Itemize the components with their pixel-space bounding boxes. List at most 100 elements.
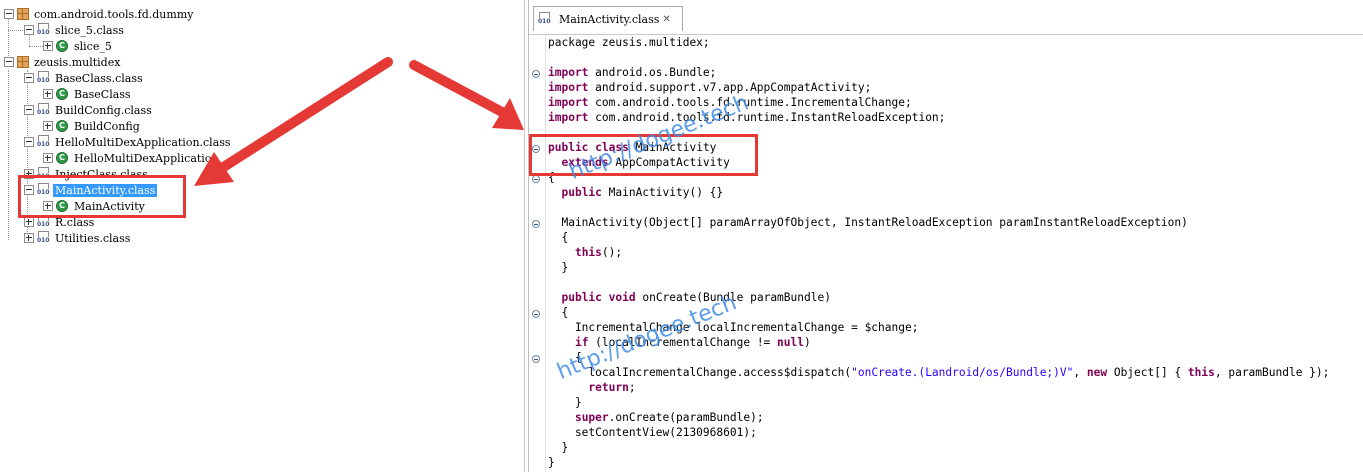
class-file-icon: 010	[37, 102, 52, 118]
code-line: localIncrementalChange.access$dispatch("…	[548, 366, 1330, 379]
tree-item-r-class[interactable]: 010 R.class	[24, 214, 94, 230]
expand-toggle-icon[interactable]	[24, 217, 34, 227]
code-line: public void onCreate(Bundle paramBundle)	[561, 291, 831, 304]
tree-item-buildconfig-class[interactable]: 010 BuildConfig.class	[24, 102, 152, 118]
code-line: import com.android.tools.fd.runtime.Inst…	[548, 111, 946, 124]
class-icon: C	[56, 40, 68, 52]
fold-toggle-icon[interactable]	[532, 310, 540, 318]
code-line: {	[548, 351, 582, 364]
tree-item-slice5-class[interactable]: 010 slice_5.class	[24, 22, 124, 38]
tree-item-package-dummy[interactable]: com.android.tools.fd.dummy	[4, 6, 193, 22]
code-line: }	[548, 441, 569, 454]
code-line: public MainActivity() {}	[561, 186, 724, 199]
code-keyword: void	[608, 291, 636, 304]
code-keyword: new	[1086, 366, 1108, 379]
class-file-icon: 010	[37, 214, 52, 230]
collapse-toggle-icon[interactable]	[24, 185, 34, 195]
tree-item-slice5[interactable]: C slice_5	[43, 38, 112, 54]
code-keyword: public	[548, 141, 589, 154]
expand-toggle-icon[interactable]	[43, 153, 53, 163]
collapse-toggle-icon[interactable]	[24, 25, 34, 35]
editor-pane: 010 MainActivity.class ✕ package zeusis.…	[528, 0, 1363, 472]
code-keyword: return	[588, 381, 629, 394]
code-keyword: super	[574, 411, 609, 424]
code-line: extends AppCompatActivity	[561, 156, 730, 169]
collapse-toggle-icon[interactable]	[24, 105, 34, 115]
tree-item-mainactivity[interactable]: C MainActivity	[43, 198, 145, 214]
tree-item-baseclass-class[interactable]: 010 BaseClass.class	[24, 70, 143, 86]
package-icon	[17, 8, 29, 20]
tree-item-label: BaseClass.class	[55, 71, 143, 85]
code-editor[interactable]: package zeusis.multidex; import android.…	[529, 35, 1363, 472]
class-icon: C	[56, 120, 68, 132]
expand-toggle-icon[interactable]	[43, 201, 53, 211]
editor-gutter	[529, 35, 546, 472]
tree-item-hellomultidex[interactable]: C HelloMultiDexApplication	[43, 150, 219, 166]
tree-guide-line	[27, 70, 28, 236]
code-line: public class MainActivity	[548, 141, 717, 154]
code-line: import android.support.v7.app.AppCompatA…	[548, 81, 872, 94]
code-line: import com.android.tools.fd.runtime.Incr…	[548, 96, 912, 109]
tree-item-label: HelloMultiDexApplication.class	[55, 135, 231, 149]
code-line: {	[548, 306, 569, 319]
expand-toggle-icon[interactable]	[24, 169, 34, 179]
class-tree: com.android.tools.fd.dummy 010 slice_5.c…	[0, 0, 524, 472]
code-keyword: import	[548, 81, 589, 94]
tree-item-label: InjectClass.class	[55, 167, 148, 181]
code-line: if (localIncrementalChange != null)	[574, 336, 811, 349]
tree-item-utilities-class[interactable]: 010 Utilities.class	[24, 230, 130, 246]
fold-toggle-icon[interactable]	[532, 175, 540, 183]
collapse-toggle-icon[interactable]	[4, 57, 14, 67]
class-file-icon: 010	[37, 182, 52, 198]
code-line: {	[548, 231, 569, 244]
code-keyword: this	[1187, 366, 1215, 379]
fold-toggle-icon[interactable]	[532, 355, 540, 363]
package-icon	[17, 56, 29, 68]
expand-toggle-icon[interactable]	[24, 233, 34, 243]
code-line: this();	[574, 246, 623, 259]
collapse-toggle-icon[interactable]	[24, 73, 34, 83]
expand-toggle-icon[interactable]	[43, 121, 53, 131]
class-file-icon: 010	[37, 134, 52, 150]
tree-guide-line	[8, 70, 9, 240]
tab-label: MainActivity.class	[559, 12, 660, 26]
code-keyword: import	[548, 111, 589, 124]
tree-item-injectclass-class[interactable]: 010 InjectClass.class	[24, 166, 148, 182]
expand-toggle-icon[interactable]	[43, 41, 53, 51]
tree-guide-line	[8, 30, 25, 31]
expand-toggle-icon[interactable]	[43, 89, 53, 99]
tree-item-baseclass[interactable]: C BaseClass	[43, 86, 131, 102]
fold-toggle-icon[interactable]	[532, 220, 540, 228]
tree-item-label: Utilities.class	[55, 231, 131, 245]
class-icon: C	[56, 152, 68, 164]
code-keyword: public	[561, 186, 602, 199]
tree-item-package-multidex[interactable]: zeusis.multidex	[4, 54, 120, 70]
code-line: MainActivity(Object[] paramArrayOfObject…	[548, 216, 1188, 229]
close-icon[interactable]: ✕	[662, 14, 670, 25]
package-explorer-pane: com.android.tools.fd.dummy 010 slice_5.c…	[0, 0, 525, 472]
code-line: }	[548, 396, 582, 409]
tree-item-hellomultidex-class[interactable]: 010 HelloMultiDexApplication.class	[24, 134, 231, 150]
tree-item-label: BuildConfig.class	[55, 103, 152, 117]
code-keyword: import	[548, 96, 589, 109]
editor-tab-strip: 010 MainActivity.class ✕	[529, 0, 1363, 35]
fold-toggle-icon[interactable]	[532, 145, 540, 153]
code-line: }	[548, 456, 555, 469]
tab-mainactivity-class[interactable]: 010 MainActivity.class ✕	[533, 6, 683, 31]
code-line: package zeusis.multidex;	[548, 36, 710, 49]
tree-item-mainactivity-class[interactable]: 010 MainActivity.class	[24, 182, 158, 198]
tree-item-label: MainActivity	[74, 199, 145, 213]
code-keyword: if	[574, 336, 589, 349]
class-icon: C	[56, 200, 68, 212]
code-keyword: class	[595, 141, 629, 154]
source-code[interactable]: package zeusis.multidex; import android.…	[548, 35, 1329, 470]
tree-item-label: slice_5.class	[55, 23, 124, 37]
fold-toggle-icon[interactable]	[532, 70, 540, 78]
code-keyword: import	[548, 66, 589, 79]
tree-guide-line	[29, 46, 43, 47]
collapse-toggle-icon[interactable]	[24, 137, 34, 147]
code-keyword: this	[574, 246, 602, 259]
collapse-toggle-icon[interactable]	[4, 9, 14, 19]
tree-item-buildconfig[interactable]: C BuildConfig	[43, 118, 140, 134]
code-line: return;	[588, 381, 636, 394]
